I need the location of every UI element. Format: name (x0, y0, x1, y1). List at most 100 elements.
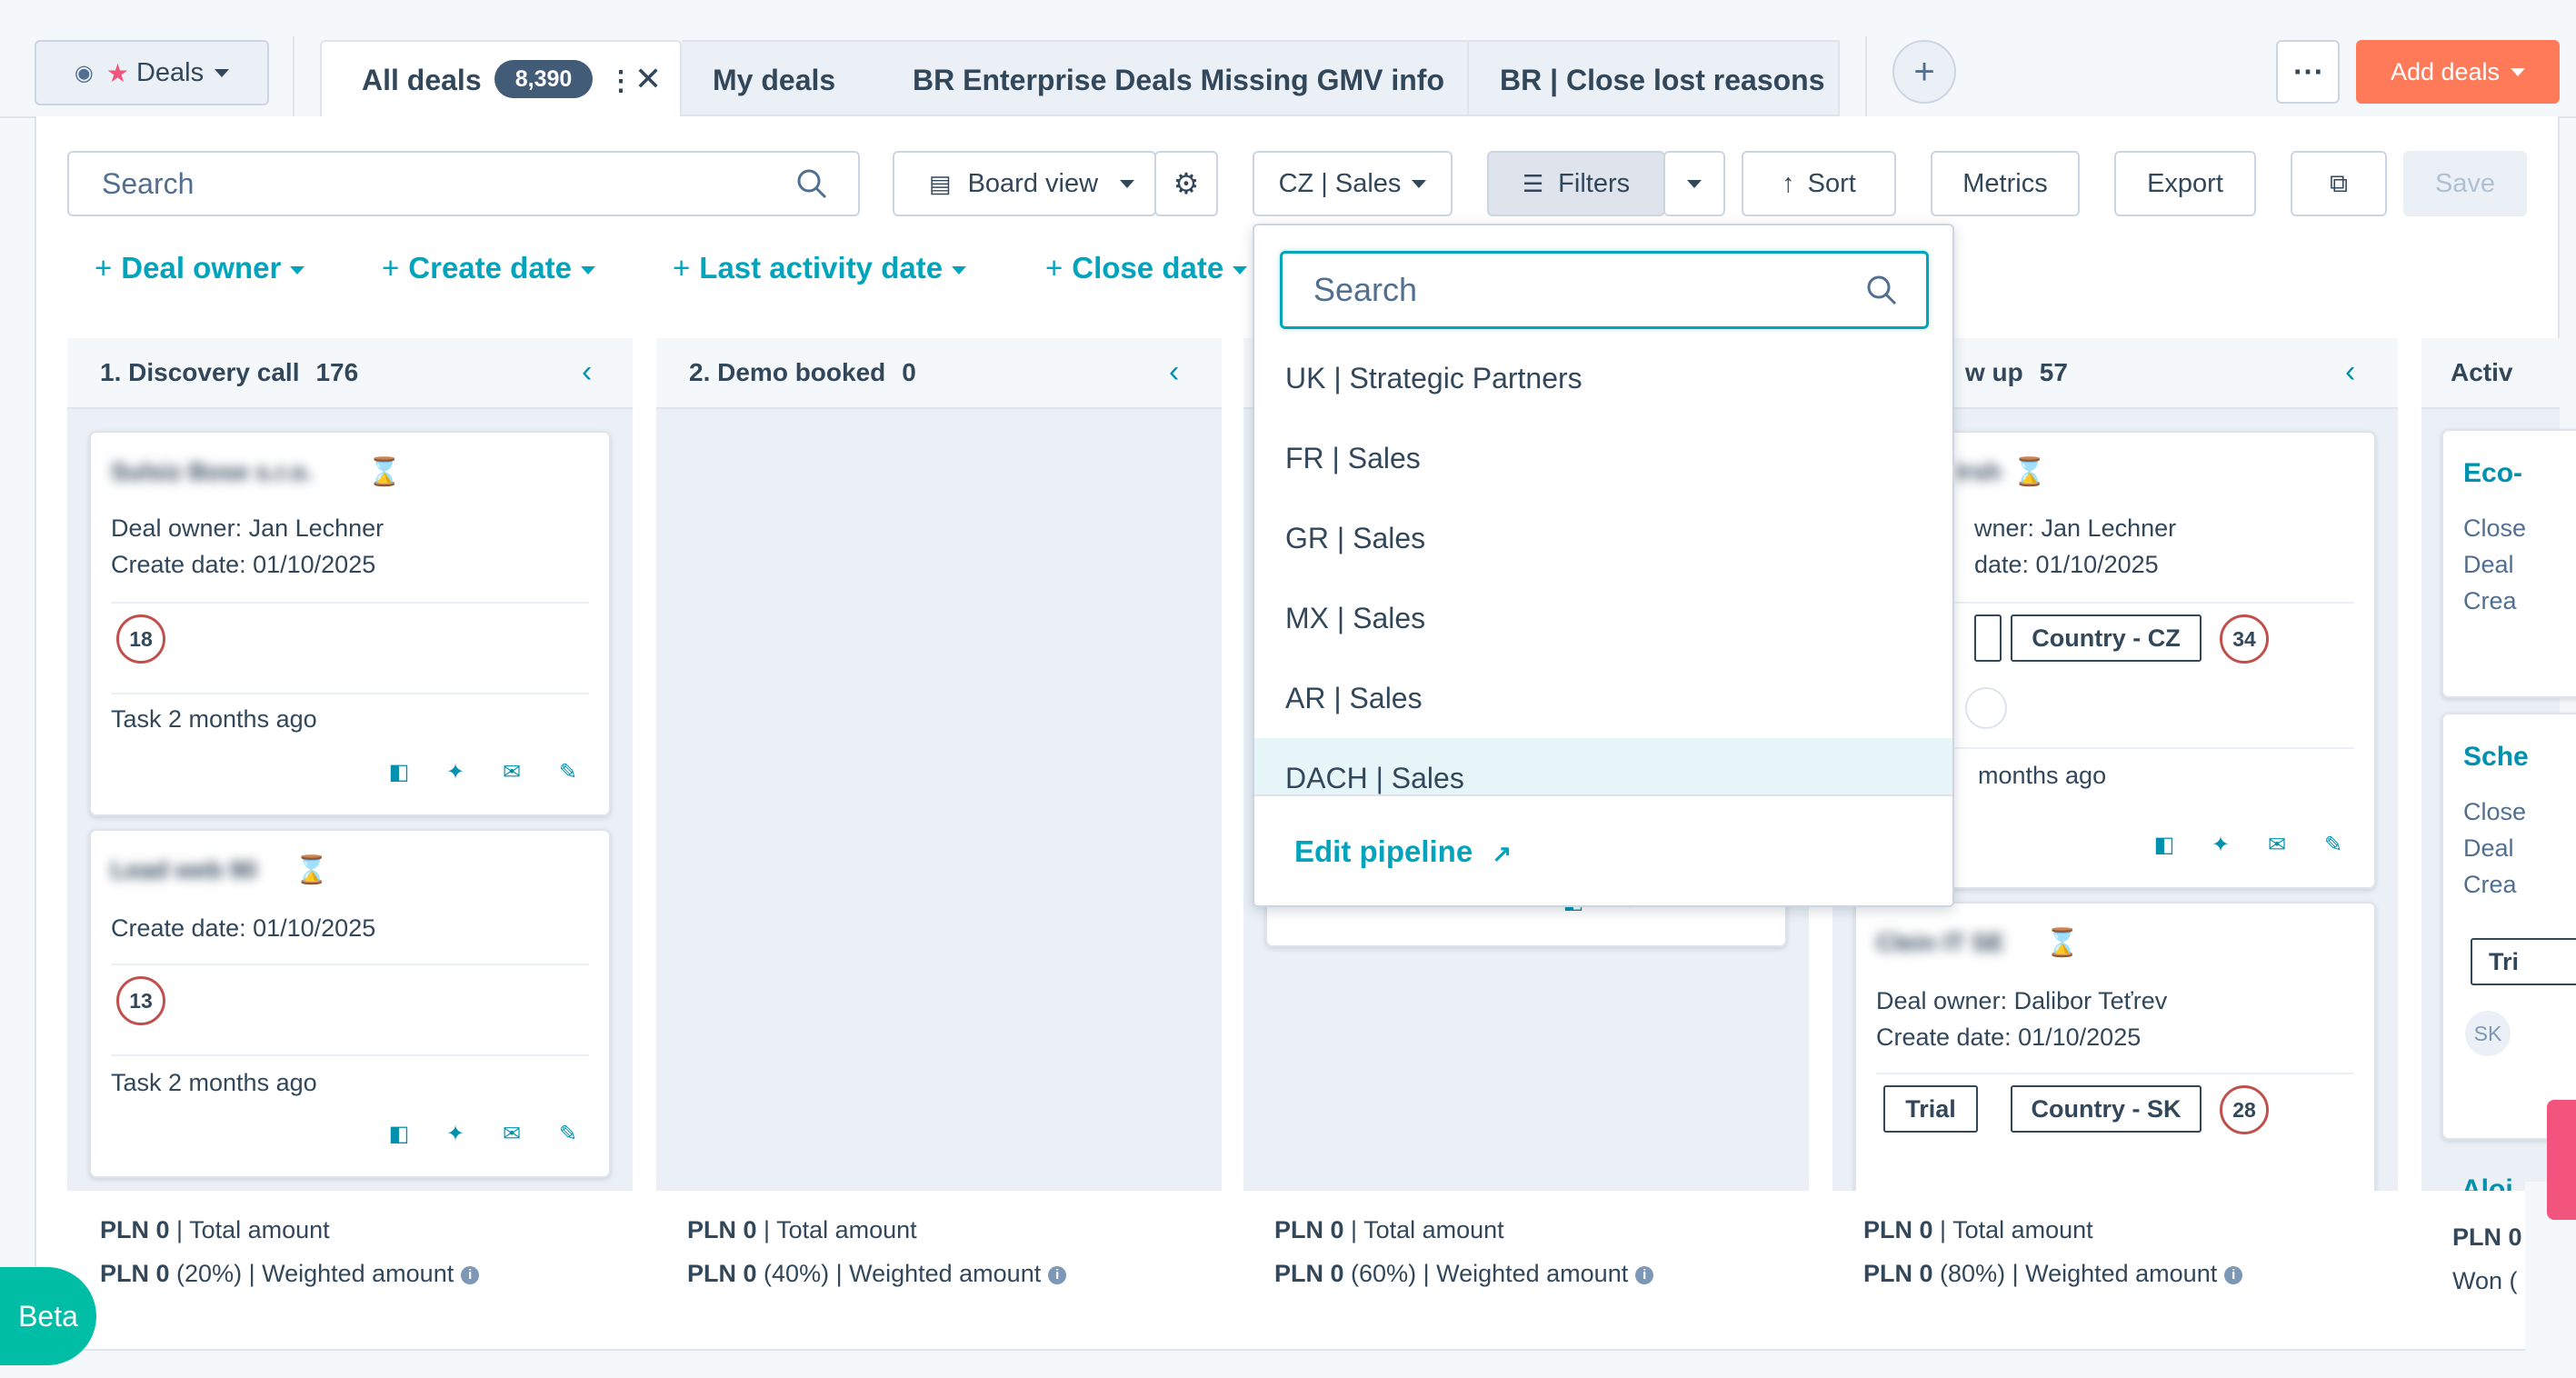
preview-icon[interactable]: ◧ (387, 760, 411, 784)
pipeline-dropdown: Search UK | Strategic Partners FR | Sale… (1253, 224, 1954, 907)
quick-filter-create-date[interactable]: + Create date (382, 251, 596, 285)
email-icon[interactable]: ✉ (2265, 833, 2289, 857)
deal-owner: Deal (2463, 551, 2514, 578)
column-count: 0 (902, 358, 916, 386)
more-actions-button[interactable]: ⋯ (2276, 40, 2340, 104)
tab-divider-right (1865, 36, 1867, 116)
info-icon[interactable]: i (2224, 1265, 2243, 1284)
sparkle-icon[interactable]: ✦ (444, 1122, 467, 1146)
deal-create-date: Crea (2463, 587, 2517, 614)
export-button[interactable]: Export (2114, 151, 2256, 216)
deal-card[interactable]: Sulsiz Bose s.r.o. ⌛ Deal owner: Jan Lec… (89, 431, 611, 816)
chevron-down-icon (215, 68, 230, 77)
export-label: Export (2147, 168, 2223, 198)
deal-card[interactable]: Clein IT SE ⌛ Deal owner: Dalibor Teťrev… (1854, 902, 2376, 1211)
search-icon (1867, 275, 1897, 305)
column-title: Activ (2451, 358, 2513, 386)
tab-br-close-lost-label[interactable]: BR | Close lost reasons (1500, 42, 1825, 118)
sparkle-icon[interactable]: ✦ (2209, 833, 2232, 857)
deal-name[interactable]: Eco- (2463, 458, 2522, 489)
deal-card[interactable]: Sche Close Deal Crea Tri SK (2441, 713, 2576, 1140)
close-tab-icon[interactable]: ✕ (634, 60, 662, 98)
search-icon (797, 169, 827, 199)
board-column-demo-booked: 2. Demo booked 0 ‹ (656, 338, 1222, 1191)
column-weighted-amount: PLN 0 (60%) | Weighted amount i (1274, 1260, 1654, 1288)
sparkle-icon[interactable]: ✦ (444, 760, 467, 784)
metrics-label: Metrics (1962, 168, 2048, 198)
tab-options-icon[interactable]: ⋮ (607, 65, 634, 97)
quick-filter-label: Create date (408, 251, 573, 285)
column-header: 1. Discovery call 176 (67, 338, 633, 409)
filters-button[interactable]: ☰ Filters (1487, 151, 1665, 216)
total-value: PLN 0 (687, 1216, 757, 1243)
quick-filter-deal-owner[interactable]: + Deal owner (95, 251, 305, 285)
sort-button[interactable]: ↑ Sort (1742, 151, 1896, 216)
chevron-down-icon (952, 265, 967, 275)
email-icon[interactable]: ✉ (500, 1122, 524, 1146)
pipeline-select[interactable]: CZ | Sales (1253, 151, 1453, 216)
tab-br-enterprise-label[interactable]: BR Enterprise Deals Missing GMV info (913, 42, 1444, 118)
avatar: SK (2465, 1011, 2511, 1056)
favorite-star-icon: ★ (105, 58, 129, 87)
deal-name[interactable]: Sche (2463, 742, 2529, 773)
quick-filter-last-activity-date[interactable]: + Last activity date (673, 251, 967, 285)
chevron-down-icon (581, 265, 596, 275)
pipeline-label: CZ | Sales (1278, 168, 1402, 198)
country-tag: Country - CZ (2011, 614, 2202, 662)
country-tag: Country - SK (2011, 1085, 2202, 1133)
info-icon[interactable]: i (1048, 1265, 1067, 1284)
info-icon[interactable]: i (1635, 1265, 1654, 1284)
copy-icon: ⧉ (2330, 168, 2348, 197)
deal-card[interactable]: Lead web 90 ⌛ Create date: 01/10/2025 13… (89, 829, 611, 1178)
add-deals-button[interactable]: Add deals (2356, 40, 2560, 104)
total-value: PLN 0 (2452, 1223, 2522, 1251)
weighted-value: PLN 0 (687, 1260, 757, 1287)
beta-badge[interactable]: Beta (0, 1267, 96, 1365)
dropdown-search-input[interactable]: Search (1280, 251, 1929, 329)
pipeline-option[interactable]: UK | Strategic Partners (1254, 338, 1952, 418)
deal-owner: wner: Jan Lechner (1974, 514, 2177, 542)
collapse-column-icon[interactable]: ‹ (1169, 354, 1179, 390)
preview-icon[interactable]: ◧ (387, 1122, 411, 1146)
card-divider (111, 1054, 589, 1056)
chevron-down-icon (1120, 179, 1135, 188)
tab-my-deals-label[interactable]: My deals (713, 42, 835, 118)
side-assistant-tab[interactable] (2547, 1100, 2576, 1220)
edit-pipeline-link[interactable]: Edit pipeline ↗ (1294, 834, 1512, 869)
edit-icon[interactable]: ✎ (2321, 833, 2345, 857)
email-icon[interactable]: ✉ (500, 760, 524, 784)
pipeline-option[interactable]: MX | Sales (1254, 578, 1952, 658)
save-button[interactable]: Save (2403, 151, 2527, 216)
deal-card[interactable]: Eco- Close Deal Crea (2441, 429, 2576, 698)
info-icon[interactable]: i (461, 1265, 480, 1284)
column-total-amount: PLN 0 (2452, 1223, 2522, 1252)
collapse-column-icon[interactable]: ‹ (2345, 354, 2355, 390)
metrics-button[interactable]: Metrics (1931, 151, 2080, 216)
tab-divider (293, 36, 295, 116)
card-divider (111, 693, 589, 694)
hourglass-icon: ⌛ (2045, 928, 2080, 958)
edit-icon[interactable]: ✎ (556, 1122, 580, 1146)
preview-icon[interactable]: ◧ (2152, 833, 2176, 857)
quick-filter-close-date[interactable]: + Close date (1045, 251, 1248, 285)
collapse-column-icon[interactable]: ‹ (582, 354, 592, 390)
card-divider (111, 602, 589, 604)
deal-create-date: Create date: 01/10/2025 (111, 551, 376, 578)
deal-name[interactable]: Sulsiz Bose s.r.o. (111, 458, 313, 486)
deal-name[interactable]: Clein IT SE (1876, 929, 2004, 957)
pipeline-option[interactable]: GR | Sales (1254, 498, 1952, 578)
pipeline-option[interactable]: FR | Sales (1254, 418, 1952, 498)
task-status: Task 2 months ago (111, 705, 317, 733)
deal-name[interactable]: Lead web 90 (111, 856, 257, 884)
deal-name[interactable]: Irsh (1956, 458, 2002, 486)
plus-icon: + (1045, 251, 1063, 285)
edit-icon[interactable]: ✎ (556, 760, 580, 784)
object-switcher[interactable]: ◉ ★ Deals (35, 40, 269, 105)
pipeline-option[interactable]: AR | Sales (1254, 658, 1952, 738)
add-tab-button[interactable]: + (1892, 40, 1956, 104)
board-settings-button[interactable]: ⚙ (1154, 151, 1218, 216)
board-view-button[interactable]: ▤ Board view (893, 151, 1156, 216)
duplicate-view-button[interactable]: ⧉ (2291, 151, 2387, 216)
filters-dropdown-button[interactable] (1663, 151, 1725, 216)
search-input[interactable]: Search (67, 151, 860, 216)
